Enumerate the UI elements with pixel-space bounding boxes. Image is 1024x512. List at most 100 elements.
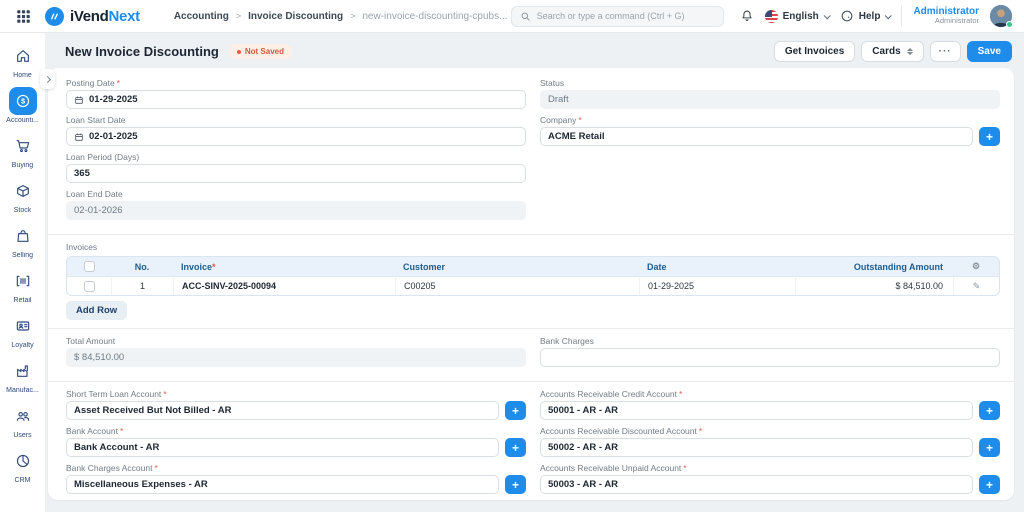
col-outstanding: Outstanding Amount: [795, 262, 953, 272]
user-menu[interactable]: Administrator Administrator: [913, 6, 979, 26]
more-actions-button[interactable]: ···: [930, 41, 961, 62]
global-search[interactable]: [511, 6, 724, 27]
sidebar-item-accounting[interactable]: $ Accounti...: [6, 87, 39, 124]
breadcrumb-invoice-discounting[interactable]: Invoice Discounting: [248, 11, 343, 22]
bank-charges-account-label: Bank Charges Account*: [66, 463, 526, 473]
loan-period-label: Loan Period (Days): [66, 152, 526, 162]
add-ar-credit-account-button[interactable]: +: [979, 401, 1000, 420]
sidebar-item-crm[interactable]: CRM: [9, 447, 37, 484]
cart-icon: [9, 132, 37, 160]
sidebar-label: Retail: [14, 297, 32, 304]
short-term-loan-account-input[interactable]: Asset Received But Not Billed - AR: [66, 401, 499, 420]
user-role: Administrator: [913, 17, 979, 26]
ar-unpaid-account-label: Accounts Receivable Unpaid Account*: [540, 463, 1000, 473]
app-logo[interactable]: iVendNext: [45, 7, 140, 26]
logo-icon: [45, 7, 64, 26]
divider: [901, 6, 902, 26]
breadcrumb-separator: >: [350, 11, 355, 21]
sidebar-item-retail[interactable]: Retail: [9, 267, 37, 304]
company-input[interactable]: ACME Retail: [540, 127, 973, 146]
search-input[interactable]: [537, 11, 715, 21]
us-flag-icon: [765, 10, 778, 23]
cards-view-selector[interactable]: Cards: [861, 41, 923, 62]
loan-end-date-readonly: 02-01-2026: [66, 201, 526, 220]
factory-icon: [9, 357, 37, 385]
bank-account-input[interactable]: Bank Account - AR: [66, 438, 499, 457]
status-badge: Not Saved: [229, 44, 292, 59]
bank-account-label: Bank Account*: [66, 426, 526, 436]
box-icon: [9, 177, 37, 205]
add-bank-account-button[interactable]: +: [505, 438, 526, 457]
col-customer: Customer: [395, 262, 639, 272]
total-amount-label: Total Amount: [66, 336, 526, 346]
logo-text: iVendNext: [70, 8, 140, 25]
ar-credit-account-input[interactable]: 50001 - AR - AR: [540, 401, 973, 420]
short-term-loan-account-label: Short Term Loan Account*: [66, 389, 526, 399]
badge-dot-icon: [237, 50, 241, 54]
chevron-right-icon: [44, 75, 51, 82]
sidebar-item-loyalty[interactable]: Loyalty: [9, 312, 37, 349]
row-checkbox[interactable]: [84, 281, 95, 292]
add-ar-unpaid-account-button[interactable]: +: [979, 475, 1000, 494]
sidebar-item-buying[interactable]: Buying: [9, 132, 37, 169]
ar-credit-account-label: Accounts Receivable Credit Account*: [540, 389, 1000, 399]
get-invoices-button[interactable]: Get Invoices: [774, 41, 855, 62]
bank-charges-account-input[interactable]: Miscellaneous Expenses - AR: [66, 475, 499, 494]
sidebar-item-users[interactable]: Users: [9, 402, 37, 439]
sidebar-item-stock[interactable]: Stock: [9, 177, 37, 214]
pie-chart-icon: [9, 447, 37, 475]
search-icon: [520, 11, 531, 22]
col-no: No.: [111, 262, 173, 272]
edit-row-pencil-icon[interactable]: ✎: [973, 281, 981, 292]
posting-date-input[interactable]: 01-29-2025: [66, 90, 526, 109]
invoices-table-header: No. Invoice* Customer Date Outstanding A…: [67, 257, 999, 276]
posting-date-label: Posting Date*: [66, 78, 526, 88]
section-divider: [48, 328, 1014, 329]
select-all-checkbox[interactable]: [84, 261, 95, 272]
invoice-table-row: 1 ACC-SINV-2025-00094 C00205 01-29-2025 …: [67, 276, 999, 295]
add-row-button[interactable]: Add Row: [66, 301, 127, 320]
add-company-button[interactable]: +: [979, 127, 1000, 146]
ar-discounted-account-input[interactable]: 50002 - AR - AR: [540, 438, 973, 457]
ar-unpaid-account-input[interactable]: 50003 - AR - AR: [540, 475, 973, 494]
bank-charges-input[interactable]: [540, 348, 1000, 367]
barcode-icon: [9, 267, 37, 295]
sidebar-item-manufacturing[interactable]: Manufac...: [6, 357, 39, 394]
row-customer[interactable]: C00205: [395, 277, 639, 295]
help-menu[interactable]: Help: [840, 9, 891, 23]
sort-carets-icon: [907, 48, 913, 55]
loan-start-date-input[interactable]: 02-01-2025: [66, 127, 526, 146]
company-label: Company*: [540, 115, 1000, 125]
save-button[interactable]: Save: [967, 41, 1012, 62]
section-divider: [48, 234, 1014, 235]
sidebar-item-selling[interactable]: Selling: [9, 222, 37, 259]
row-date[interactable]: 01-29-2025: [639, 277, 795, 295]
user-avatar[interactable]: [990, 5, 1012, 27]
ar-discounted-account-label: Accounts Receivable Discounted Account*: [540, 426, 1000, 436]
sidebar-label: CRM: [15, 477, 31, 484]
row-no: 1: [111, 277, 173, 295]
col-invoice: Invoice*: [173, 262, 395, 272]
language-selector[interactable]: English: [765, 10, 829, 23]
add-ar-discounted-account-button[interactable]: +: [979, 438, 1000, 457]
add-short-term-loan-account-button[interactable]: +: [505, 401, 526, 420]
expand-sidebar-toggle[interactable]: [40, 69, 55, 89]
apps-grid-icon[interactable]: [16, 9, 31, 24]
sidebar-item-home[interactable]: Home: [9, 42, 37, 79]
breadcrumb-separator: >: [236, 11, 241, 21]
row-invoice[interactable]: ACC-SINV-2025-00094: [173, 277, 395, 295]
language-label: English: [783, 11, 819, 22]
svg-text:$: $: [20, 97, 24, 106]
add-bank-charges-account-button[interactable]: +: [505, 475, 526, 494]
grid-settings-gear-icon[interactable]: ⚙: [972, 261, 980, 272]
loan-start-date-label: Loan Start Date: [66, 115, 526, 125]
breadcrumb-current: new-invoice-discounting-cpubs...: [362, 11, 507, 22]
notifications-bell-icon[interactable]: [740, 9, 754, 23]
sidebar-label: Selling: [12, 252, 33, 259]
status-readonly: Draft: [540, 90, 1000, 109]
breadcrumb-accounting[interactable]: Accounting: [174, 11, 229, 22]
bag-icon: [9, 222, 37, 250]
loan-period-input[interactable]: 365: [66, 164, 526, 183]
row-outstanding[interactable]: $ 84,510.00: [795, 277, 953, 295]
form-card: Posting Date* 01-29-2025 Loan Start Date…: [48, 68, 1014, 500]
